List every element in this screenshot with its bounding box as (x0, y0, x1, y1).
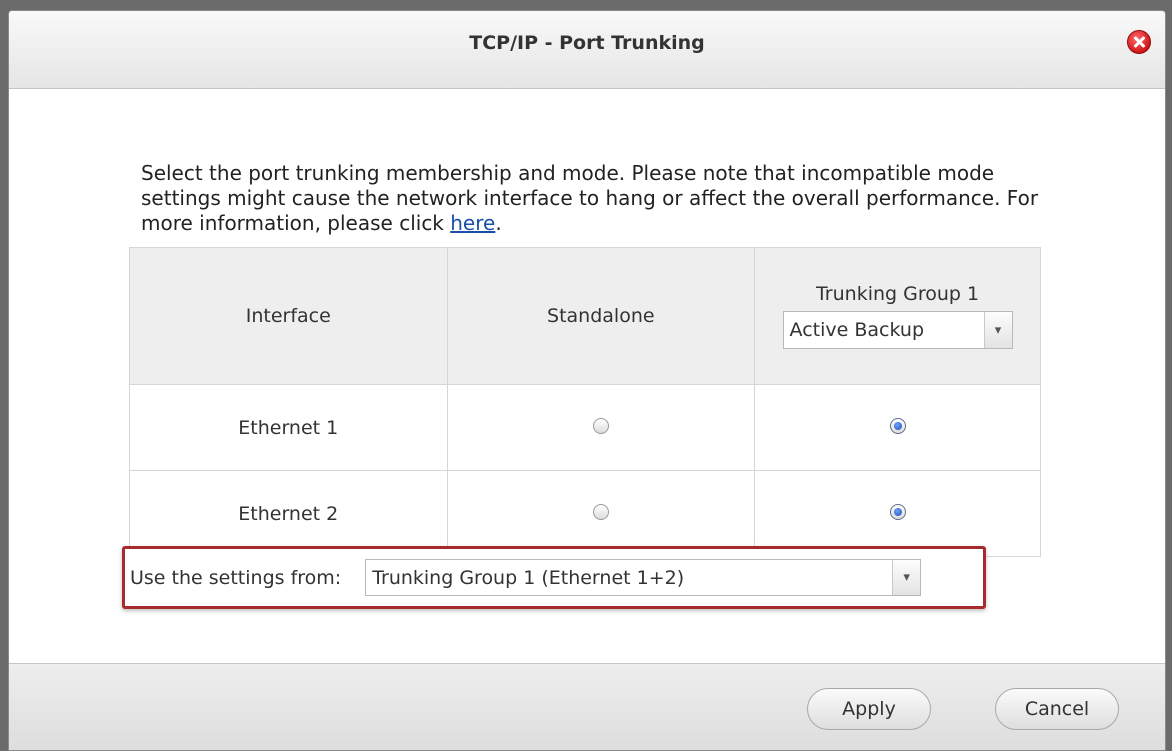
table-row: Ethernet 1 (129, 384, 1041, 471)
trunking-mode-value: Active Backup (789, 319, 925, 341)
trunking-table: Interface Standalone Trunking Group 1 Ac… (129, 247, 1041, 557)
trunking-mode-select[interactable]: Active Backup ▾ (782, 311, 1013, 349)
ethernet2-group-radio[interactable] (889, 503, 906, 520)
description: Select the port trunking membership and … (141, 161, 1041, 236)
dialog-footer: Apply Cancel (9, 663, 1165, 750)
ethernet2-standalone-radio[interactable] (592, 503, 609, 520)
port-trunking-dialog: TCP/IP - Port Trunking Select the port t… (8, 10, 1166, 751)
help-link[interactable]: here (450, 211, 495, 235)
standalone-cell (446, 384, 756, 471)
header-interface: Interface (129, 247, 448, 385)
trunking-group-label: Trunking Group 1 (815, 283, 980, 305)
description-text: Select the port trunking membership and … (141, 161, 1039, 235)
table-header-row: Interface Standalone Trunking Group 1 Ac… (129, 247, 1041, 385)
close-icon[interactable] (1127, 30, 1151, 54)
ethernet1-standalone-radio[interactable] (592, 417, 609, 434)
standalone-cell (446, 470, 756, 557)
group-cell (754, 384, 1041, 471)
group-cell (754, 470, 1041, 557)
cancel-button[interactable]: Cancel (995, 688, 1119, 730)
interface-name: Ethernet 2 (129, 470, 448, 557)
settings-source-row: Use the settings from: Trunking Group 1 … (122, 546, 986, 609)
chevron-down-icon: ▾ (892, 560, 921, 595)
dialog-title: TCP/IP - Port Trunking (469, 32, 705, 54)
settings-source-value: Trunking Group 1 (Ethernet 1+2) (372, 566, 685, 589)
apply-button[interactable]: Apply (807, 688, 931, 730)
dialog-titlebar: TCP/IP - Port Trunking (9, 11, 1165, 89)
description-trailing: . (495, 211, 502, 235)
settings-source-label: Use the settings from: (130, 566, 342, 589)
interface-name: Ethernet 1 (129, 384, 448, 471)
settings-source-select[interactable]: Trunking Group 1 (Ethernet 1+2) ▾ (365, 559, 922, 596)
header-trunking-group: Trunking Group 1 Active Backup ▾ (754, 247, 1041, 385)
header-standalone: Standalone (446, 247, 756, 385)
chevron-down-icon: ▾ (983, 312, 1012, 348)
ethernet1-group-radio[interactable] (889, 417, 906, 434)
table-row: Ethernet 2 (129, 470, 1041, 557)
